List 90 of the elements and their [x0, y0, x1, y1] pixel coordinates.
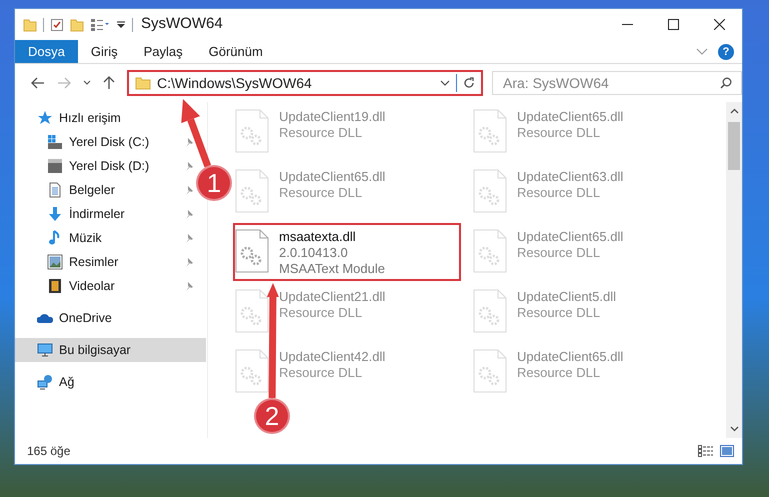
file-item[interactable]: UpdateClient5.dll Resource DLL: [471, 283, 699, 341]
file-name[interactable]: UpdateClient63.dll: [517, 169, 624, 185]
file-detail: Resource DLL: [517, 185, 602, 201]
file-name[interactable]: UpdateClient65.dll: [517, 349, 624, 365]
ribbon-tab[interactable]: Giriş: [78, 40, 131, 63]
nav-item[interactable]: Videolar: [15, 274, 195, 298]
file-item[interactable]: UpdateClient65.dll Resource DLL: [471, 103, 699, 161]
drive-icon: [47, 134, 63, 150]
pin-icon[interactable]: [184, 257, 194, 267]
scrollbar[interactable]: [726, 102, 742, 438]
file-detail: Resource DLL: [279, 185, 364, 201]
drive-icon: [47, 158, 63, 174]
pin-icon[interactable]: [184, 185, 194, 195]
scroll-up-icon[interactable]: [730, 108, 738, 114]
pin-icon[interactable]: [184, 233, 194, 243]
file-item[interactable]: UpdateClient65.dll Resource DLL: [471, 223, 699, 281]
nav-item[interactable]: OneDrive: [15, 306, 116, 330]
properties-icon[interactable]: [50, 18, 64, 32]
file-name[interactable]: UpdateClient42.dll: [279, 349, 386, 365]
refresh-icon[interactable]: [463, 77, 475, 89]
ribbon-tab[interactable]: Görünüm: [196, 40, 276, 63]
file-detail: Resource DLL: [279, 305, 364, 321]
file-name[interactable]: UpdateClient65.dll: [517, 109, 624, 125]
nav-item[interactable]: Resimler: [15, 250, 195, 274]
help-button[interactable]: ?: [718, 44, 734, 60]
file-detail: Resource DLL: [517, 305, 602, 321]
pin-icon[interactable]: [184, 209, 194, 219]
file-item[interactable]: UpdateClient65.dll Resource DLL: [471, 343, 699, 401]
nav-item[interactable]: Müzik: [15, 226, 195, 250]
close-icon: [714, 19, 724, 30]
file-name[interactable]: msaatexta.dll: [279, 229, 385, 245]
ribbon-tab[interactable]: Paylaş: [130, 40, 196, 63]
file-detail: Resource DLL: [517, 125, 602, 141]
folder-icon: [135, 76, 151, 90]
search-icon[interactable]: [720, 77, 732, 89]
recent-dropdown-icon[interactable]: [83, 80, 91, 86]
file-name[interactable]: UpdateClient65.dll: [517, 229, 624, 245]
picture-icon: [47, 254, 63, 270]
file-item[interactable]: UpdateClient19.dll Resource DLL: [233, 103, 461, 161]
star-icon: [37, 110, 53, 126]
back-arrow-icon[interactable]: [31, 77, 45, 89]
address-path: C:\Windows\SysWOW64: [157, 74, 312, 93]
scrollbar-thumb[interactable]: [728, 122, 740, 170]
up-arrow-icon[interactable]: [103, 76, 115, 90]
chevron-down-icon[interactable]: [440, 80, 450, 86]
folder-icon[interactable]: [23, 18, 37, 32]
window-title: SysWOW64: [141, 14, 223, 34]
scroll-down-icon[interactable]: [730, 426, 738, 432]
pin-icon[interactable]: [184, 161, 194, 171]
forward-arrow-icon[interactable]: [57, 77, 71, 89]
file-detail: MSAAText Module: [279, 261, 385, 277]
file-name[interactable]: UpdateClient5.dll: [517, 289, 616, 305]
callout-arrow: [181, 99, 212, 168]
file-name[interactable]: UpdateClient21.dll: [279, 289, 386, 305]
nav-item[interactable]: Bu bilgisayar: [15, 338, 206, 362]
nav-item[interactable]: Ağ: [15, 370, 78, 394]
file-name[interactable]: UpdateClient19.dll: [279, 109, 386, 125]
nav-item[interactable]: Yerel Disk (D:): [15, 154, 195, 178]
file-item[interactable]: UpdateClient63.dll Resource DLL: [471, 163, 699, 221]
search-field[interactable]: Ara: SysWOW64: [492, 71, 742, 95]
large-icons-view-icon[interactable]: [720, 445, 734, 457]
down-arrow-icon: [47, 206, 63, 222]
file-icon[interactable]: [235, 229, 269, 273]
file-detail: Resource DLL: [517, 245, 602, 261]
pin-icon[interactable]: [184, 281, 194, 291]
nav-item[interactable]: Belgeler: [15, 178, 195, 202]
file-item[interactable]: UpdateClient65.dll Resource DLL: [233, 163, 461, 221]
file-detail: Resource DLL: [517, 365, 602, 381]
file-detail: Resource DLL: [279, 125, 364, 141]
file-detail: Resource DLL: [279, 365, 364, 381]
monitor-icon: [37, 342, 53, 358]
network-icon: [37, 374, 53, 390]
new-folder-icon[interactable]: [70, 18, 84, 32]
nav-item[interactable]: İndirmeler: [15, 202, 195, 226]
file-detail: 2.0.10413.0: [279, 245, 349, 261]
customize-dropdown-icon[interactable]: [116, 20, 126, 30]
pin-icon[interactable]: [184, 137, 194, 147]
file-name[interactable]: UpdateClient65.dll: [279, 169, 386, 185]
details-view-icon[interactable]: [698, 445, 714, 457]
ribbon-tab[interactable]: Dosya: [15, 40, 78, 63]
item-count: 165 öğe: [27, 443, 70, 460]
film-icon: [47, 278, 63, 294]
document-icon: [47, 182, 63, 198]
file-item[interactable]: UpdateClient21.dll Resource DLL: [233, 283, 461, 341]
nav-item[interactable]: Yerel Disk (C:): [15, 130, 195, 154]
nav-item[interactable]: Hızlı erişim: [15, 106, 125, 130]
file-item[interactable]: UpdateClient42.dll Resource DLL: [233, 343, 461, 401]
list-icon[interactable]: [90, 18, 110, 32]
maximize-icon: [668, 19, 678, 30]
address-bar[interactable]: C:\Windows\SysWOW64: [127, 70, 483, 96]
